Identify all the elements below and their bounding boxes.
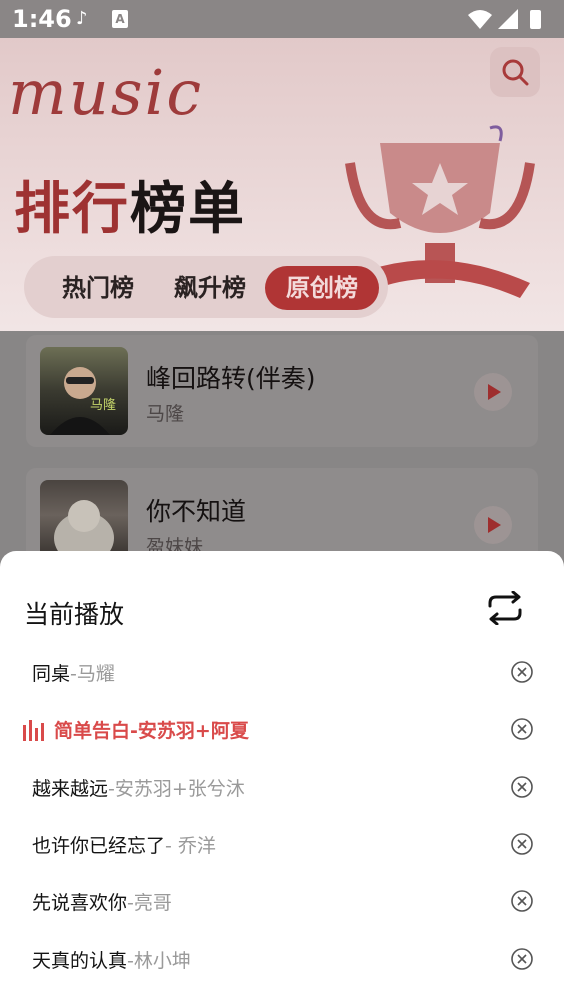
- tab-original[interactable]: 原创榜: [265, 266, 379, 310]
- queue-song: 越来越远-安苏羽+张兮沐: [32, 778, 245, 800]
- queue-item[interactable]: 同桌-马耀: [0, 649, 564, 697]
- search-icon: [502, 59, 529, 86]
- search-button[interactable]: [490, 47, 540, 97]
- queue-song: 简单告白-安苏羽+阿夏: [54, 720, 249, 742]
- play-icon: [488, 384, 501, 400]
- sheet-title: 当前播放: [24, 600, 125, 629]
- queue-item[interactable]: 也许你已经忘了- 乔洋: [0, 821, 564, 869]
- chart-item[interactable]: 马隆 峰回路转(伴奏) 马隆: [26, 335, 538, 447]
- music-note-icon: ♪: [76, 8, 88, 29]
- svg-text:马隆: 马隆: [90, 398, 116, 413]
- remove-circle-icon[interactable]: [510, 717, 534, 741]
- play-button[interactable]: [474, 373, 512, 411]
- queue-item[interactable]: 越来越远-安苏羽+张兮沐: [0, 764, 564, 812]
- remove-circle-icon[interactable]: [510, 889, 534, 913]
- repeat-mode-button[interactable]: [484, 590, 526, 629]
- song-artist: 马隆: [146, 403, 185, 425]
- queue-item[interactable]: 先说喜欢你-亮哥: [0, 878, 564, 926]
- remove-circle-icon[interactable]: [510, 660, 534, 684]
- remove-circle-icon[interactable]: [510, 832, 534, 856]
- chart-tabs: 热门榜 飙升榜 原创榜: [24, 256, 388, 318]
- repeat-icon: [488, 590, 522, 626]
- tab-hot[interactable]: 热门榜: [48, 266, 148, 310]
- play-button[interactable]: [474, 506, 512, 544]
- status-bar: 1:46 ♪ A: [0, 0, 564, 38]
- queue-song: 天真的认真-林小坤: [32, 950, 191, 972]
- page-title: 排行榜单: [14, 177, 246, 242]
- system-icons: [466, 7, 546, 35]
- now-playing-sheet: 当前播放 同桌-马耀 简单告白-安苏羽+阿夏 越来越远-安苏羽+张兮沐 也许你已…: [0, 551, 564, 1004]
- queue-song: 同桌-马耀: [32, 663, 115, 685]
- battery-icon: [530, 10, 541, 29]
- queue-item-playing[interactable]: 简单告白-安苏羽+阿夏: [0, 706, 564, 754]
- text-a-icon: A: [112, 10, 128, 28]
- queue-song: 先说喜欢你-亮哥: [32, 892, 172, 914]
- song-title: 峰回路转(伴奏): [146, 364, 316, 393]
- cell-signal-icon: [498, 9, 518, 29]
- tab-rising[interactable]: 飙升榜: [160, 266, 260, 310]
- status-time: 1:46: [12, 5, 72, 33]
- play-icon: [488, 517, 501, 533]
- music-logo: music: [8, 56, 204, 129]
- queue-item[interactable]: 天真的认真-林小坤: [0, 936, 564, 984]
- queue-song: 也许你已经忘了- 乔洋: [32, 835, 216, 857]
- album-cover: 马隆: [40, 347, 128, 435]
- wifi-icon: [468, 10, 492, 29]
- equalizer-icon: [23, 720, 44, 741]
- remove-circle-icon[interactable]: [510, 947, 534, 971]
- remove-circle-icon[interactable]: [510, 775, 534, 799]
- song-title: 你不知道: [146, 497, 247, 526]
